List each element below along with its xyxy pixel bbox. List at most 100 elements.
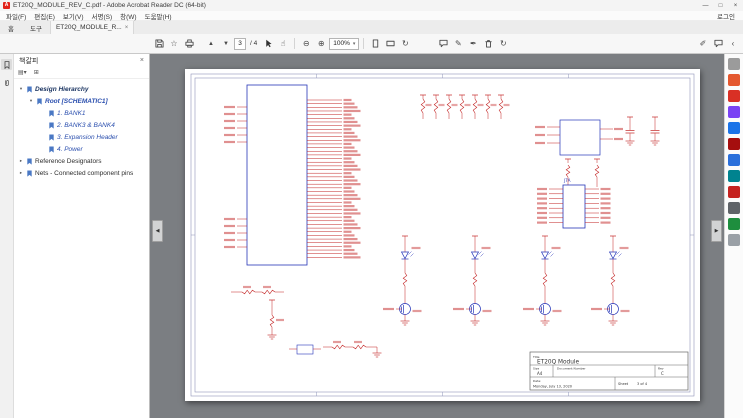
refresh-icon[interactable]: ↻ — [496, 37, 510, 51]
comment-icon[interactable] — [728, 122, 740, 134]
trash-icon[interactable] — [481, 37, 495, 51]
titleblock-rev-label: Rev — [658, 367, 664, 371]
bookmark-options-icon[interactable]: ▤▾ — [18, 69, 27, 76]
compress-pdf-icon[interactable] — [728, 170, 740, 182]
attachments-pane-button[interactable] — [1, 77, 12, 88]
bookmark-item-design-hierarchy[interactable]: ▾ Design Hierarchy — [14, 83, 149, 95]
chevron-down-icon[interactable]: ▾ — [28, 98, 34, 104]
hand-tool-icon[interactable]: ☝ — [276, 37, 290, 51]
edit-pdf-icon[interactable] — [728, 106, 740, 118]
organize-pages-icon[interactable] — [728, 154, 740, 166]
zoom-out-icon[interactable]: ⊖ — [299, 37, 313, 51]
fill-sign-pencil-icon[interactable]: ✎ — [451, 37, 465, 51]
bookmarks-panel-title: 책갈피 — [19, 57, 39, 65]
titleblock-title: ET20Q Module — [537, 360, 579, 366]
bookmark-icon — [49, 109, 54, 117]
print-icon[interactable] — [182, 37, 196, 51]
menu-window[interactable]: 창(W) — [116, 11, 140, 21]
save-icon[interactable] — [152, 37, 166, 51]
export-pdf-icon[interactable] — [728, 74, 740, 86]
connector-ref-label: J7A — [563, 178, 571, 183]
bookmark-item-bank3-bank4[interactable]: 2. BANK3 & BANK4 — [14, 119, 149, 131]
content-area: 책갈피 × ▤▾ ⊞ ▾ Design Hierarchy ▾ Root [SC… — [0, 54, 743, 418]
minimize-button[interactable]: — — [698, 0, 713, 11]
maximize-button[interactable]: □ — [713, 0, 728, 11]
main-toolbar: ☆ ▲ ▼ 3 / 4 ☝ ⊖ ⊕ 100% ▾ ↻ ✎ ✒ ↻ ✐ ‹ — [0, 34, 743, 54]
bookmark-item-expansion-header[interactable]: 3. Expansion Header — [14, 131, 149, 143]
tab-document[interactable]: ET20Q_MODULE_R... × — [49, 21, 135, 34]
bookmark-item-reference-designators[interactable]: ▸ Reference Designators — [14, 155, 149, 167]
expand-pane-icon[interactable] — [728, 58, 740, 70]
tools-rail — [724, 54, 743, 418]
bookmark-icon — [49, 145, 54, 153]
menu-file[interactable]: 파일(F) — [2, 11, 30, 21]
titleblock-sheet-label: Sheet — [618, 382, 629, 386]
close-button[interactable]: × — [728, 0, 743, 11]
menu-sign[interactable]: 서명(S) — [88, 11, 117, 21]
more-tools-icon[interactable] — [728, 234, 740, 246]
select-tool-icon[interactable] — [261, 37, 275, 51]
zoom-level-select[interactable]: 100% ▾ — [329, 37, 360, 50]
paperclip-icon — [4, 79, 9, 86]
bookmarks-panel: 책갈피 × ▤▾ ⊞ ▾ Design Hierarchy ▾ Root [SC… — [14, 54, 150, 418]
bookmark-label: 3. Expansion Header — [57, 133, 118, 141]
bookmark-label: 1. BANK1 — [57, 109, 86, 117]
bookmark-label: Root [SCHEMATIC1] — [45, 97, 108, 105]
titleblock-sheet-value: 3 of 4 — [637, 382, 648, 386]
page-number-input[interactable]: 3 — [234, 37, 246, 50]
redact-icon[interactable] — [728, 186, 740, 198]
previous-page-button[interactable]: ◀ — [152, 220, 163, 242]
bookmarks-tree: ▾ Design Hierarchy ▾ Root [SCHEMATIC1] 1… — [14, 79, 149, 179]
create-pdf-icon[interactable] — [728, 90, 740, 102]
bookmark-icon — [27, 85, 32, 93]
document-canvas[interactable]: T20Q144 BANK1 J7A Title ET20Q Module Siz… — [150, 54, 724, 418]
fit-width-icon[interactable] — [383, 37, 397, 51]
comment-bubble-icon[interactable] — [436, 37, 450, 51]
login-button[interactable]: 로그인 — [717, 11, 735, 21]
protect-icon[interactable] — [728, 202, 740, 214]
acrobat-logo-icon: A — [3, 2, 10, 9]
menu-edit[interactable]: 편집(E) — [30, 11, 59, 21]
menu-help[interactable]: 도움말(H) — [141, 11, 176, 21]
tab-home[interactable]: 홈 — [0, 21, 22, 34]
close-document-icon[interactable]: × — [125, 25, 129, 31]
close-panel-icon[interactable]: × — [140, 57, 144, 64]
chevron-right-icon[interactable]: ▸ — [18, 170, 24, 176]
next-page-icon[interactable]: ▼ — [219, 37, 233, 51]
next-page-button[interactable]: ▶ — [711, 220, 722, 242]
rotate-view-icon[interactable]: ↻ — [398, 37, 412, 51]
highlighter-icon[interactable]: ✒ — [466, 37, 480, 51]
bookmark-icon — [4, 60, 9, 69]
chevron-down-icon[interactable]: ▾ — [18, 86, 24, 92]
tabbar: 홈 도구 ET20Q_MODULE_R... × — [0, 21, 743, 34]
titleblock-size-label: Size — [533, 367, 539, 371]
comment-panel-icon[interactable] — [711, 37, 725, 51]
chevron-right-icon[interactable]: ▸ — [18, 158, 24, 164]
toolbar-divider — [294, 38, 296, 49]
combine-files-icon[interactable] — [728, 138, 740, 150]
bookmark-label: 2. BANK3 & BANK4 — [57, 121, 115, 129]
document-tab-label: ET20Q_MODULE_R... — [55, 24, 122, 31]
fit-page-icon[interactable] — [368, 37, 382, 51]
bookmarks-pane-button[interactable] — [1, 59, 12, 70]
tab-tools[interactable]: 도구 — [22, 21, 50, 34]
previous-page-icon[interactable]: ▲ — [204, 37, 218, 51]
pen-icon[interactable]: ✐ — [696, 37, 710, 51]
menubar: 파일(F) 편집(E) 보기(V) 서명(S) 창(W) 도움말(H) 로그인 — [0, 11, 743, 21]
bookmark-item-root-schematic1[interactable]: ▾ Root [SCHEMATIC1] — [14, 95, 149, 107]
schematic-drawing: T20Q144 BANK1 J7A Title ET20Q Module Siz… — [190, 73, 695, 397]
bookmark-item-power[interactable]: 4. Power — [14, 143, 149, 155]
expand-bookmarks-icon[interactable]: ⊞ — [34, 69, 39, 76]
bookmark-item-nets[interactable]: ▸ Nets - Connected component pins — [14, 167, 149, 179]
titleblock-title-label: Title — [532, 355, 540, 359]
fill-sign-icon[interactable] — [728, 218, 740, 230]
titleblock-doc-label: Document Number — [557, 367, 586, 371]
bookmark-label: 4. Power — [57, 145, 83, 153]
star-icon[interactable]: ☆ — [167, 37, 181, 51]
menu-view[interactable]: 보기(V) — [59, 11, 88, 21]
pdf-page: T20Q144 BANK1 J7A Title ET20Q Module Siz… — [185, 69, 700, 401]
zoom-in-icon[interactable]: ⊕ — [314, 37, 328, 51]
collapse-pane-icon[interactable]: ‹ — [726, 37, 740, 51]
toolbar-divider — [363, 38, 365, 49]
bookmark-item-bank1[interactable]: 1. BANK1 — [14, 107, 149, 119]
